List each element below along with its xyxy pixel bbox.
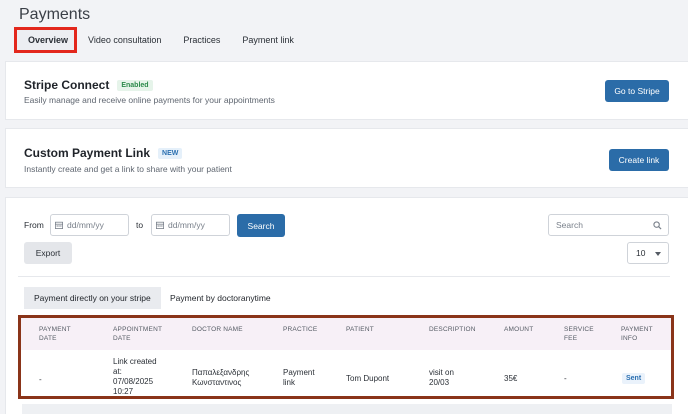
th-patient: PATIENT — [346, 326, 374, 333]
go-to-stripe-button[interactable]: Go to Stripe — [605, 80, 669, 102]
create-link-button[interactable]: Create link — [609, 149, 669, 171]
stripe-connect-title-text: Stripe Connect — [24, 78, 110, 92]
page-size-select[interactable]: 10 — [627, 242, 669, 264]
tab-bar: Overview Video consultation Practices Pa… — [14, 27, 305, 53]
next-row-strip — [22, 404, 672, 414]
stripe-connect-title: Stripe Connect Enabled — [24, 78, 153, 92]
th-practice: PRACTICE — [283, 326, 318, 333]
status-badge: Enabled — [117, 79, 153, 91]
page-title: Payments — [19, 6, 91, 23]
cell-practice: Payment link — [283, 368, 315, 387]
stripe-connect-card: Stripe Connect Enabled Easily manage and… — [5, 61, 688, 120]
calendar-icon — [156, 221, 164, 229]
to-label: to — [136, 220, 144, 230]
tab-payment-link[interactable]: Payment link — [231, 27, 305, 53]
date-to-input[interactable]: dd/mm/yy — [151, 214, 230, 236]
cell-amount: 35€ — [504, 374, 518, 383]
cell-patient: Tom Dupont — [346, 374, 390, 383]
payments-table: PAYMENT DATE APPOINTMENT DATE DOCTOR NAM… — [18, 315, 674, 399]
table-header: PAYMENT DATE APPOINTMENT DATE DOCTOR NAM… — [21, 318, 671, 350]
cell-description: visit on 20/03 — [429, 368, 454, 387]
stripe-connect-subtitle: Easily manage and receive online payment… — [24, 95, 275, 105]
date-from-placeholder: dd/mm/yy — [67, 220, 104, 230]
th-appointment-date: APPOINTMENT DATE — [113, 326, 163, 343]
cell-doctor-name: Παπαλεξανδρης Κωνσταντινος — [192, 368, 250, 387]
th-payment-date: PAYMENT DATE — [39, 326, 71, 343]
custom-payment-link-title-text: Custom Payment Link — [24, 146, 151, 160]
subtab-doctoranytime[interactable]: Payment by doctoranytime — [160, 287, 281, 309]
status-badge-sent: Sent — [622, 373, 646, 384]
chevron-down-icon — [655, 252, 661, 256]
page-size-value: 10 — [636, 248, 646, 258]
th-doctor-name: DOCTOR NAME — [192, 326, 243, 333]
date-to-placeholder: dd/mm/yy — [168, 220, 205, 230]
tab-overview[interactable]: Overview — [14, 27, 77, 53]
custom-payment-link-subtitle: Instantly create and get a link to share… — [24, 164, 232, 174]
cell-service-fee: - — [564, 374, 567, 383]
date-from-input[interactable]: dd/mm/yy — [50, 214, 129, 236]
th-description: DESCRIPTION — [429, 326, 476, 333]
th-payment-info: PAYMENT INFO — [621, 326, 653, 343]
search-icon — [653, 221, 662, 230]
cell-payment-date: - — [39, 375, 42, 384]
th-service-fee: SERVICE FEE — [564, 326, 594, 343]
subtab-direct-stripe[interactable]: Payment directly on your stripe — [24, 287, 161, 309]
filters-divider — [18, 276, 670, 277]
from-label: From — [24, 220, 44, 230]
tab-practices[interactable]: Practices — [172, 27, 231, 53]
cell-appointment-date: Link created at: 07/08/2025 10:27 — [113, 357, 157, 396]
new-badge: NEW — [158, 147, 183, 159]
search-button[interactable]: Search — [237, 214, 285, 237]
search-placeholder: Search — [556, 220, 583, 230]
custom-payment-link-title: Custom Payment Link NEW — [24, 146, 183, 160]
search-input[interactable]: Search — [548, 214, 669, 236]
export-button[interactable]: Export — [24, 242, 72, 264]
custom-payment-link-card: Custom Payment Link NEW Instantly create… — [5, 128, 688, 188]
th-amount: AMOUNT — [504, 326, 534, 333]
calendar-icon — [55, 221, 63, 229]
tab-video-consultation[interactable]: Video consultation — [77, 27, 172, 53]
